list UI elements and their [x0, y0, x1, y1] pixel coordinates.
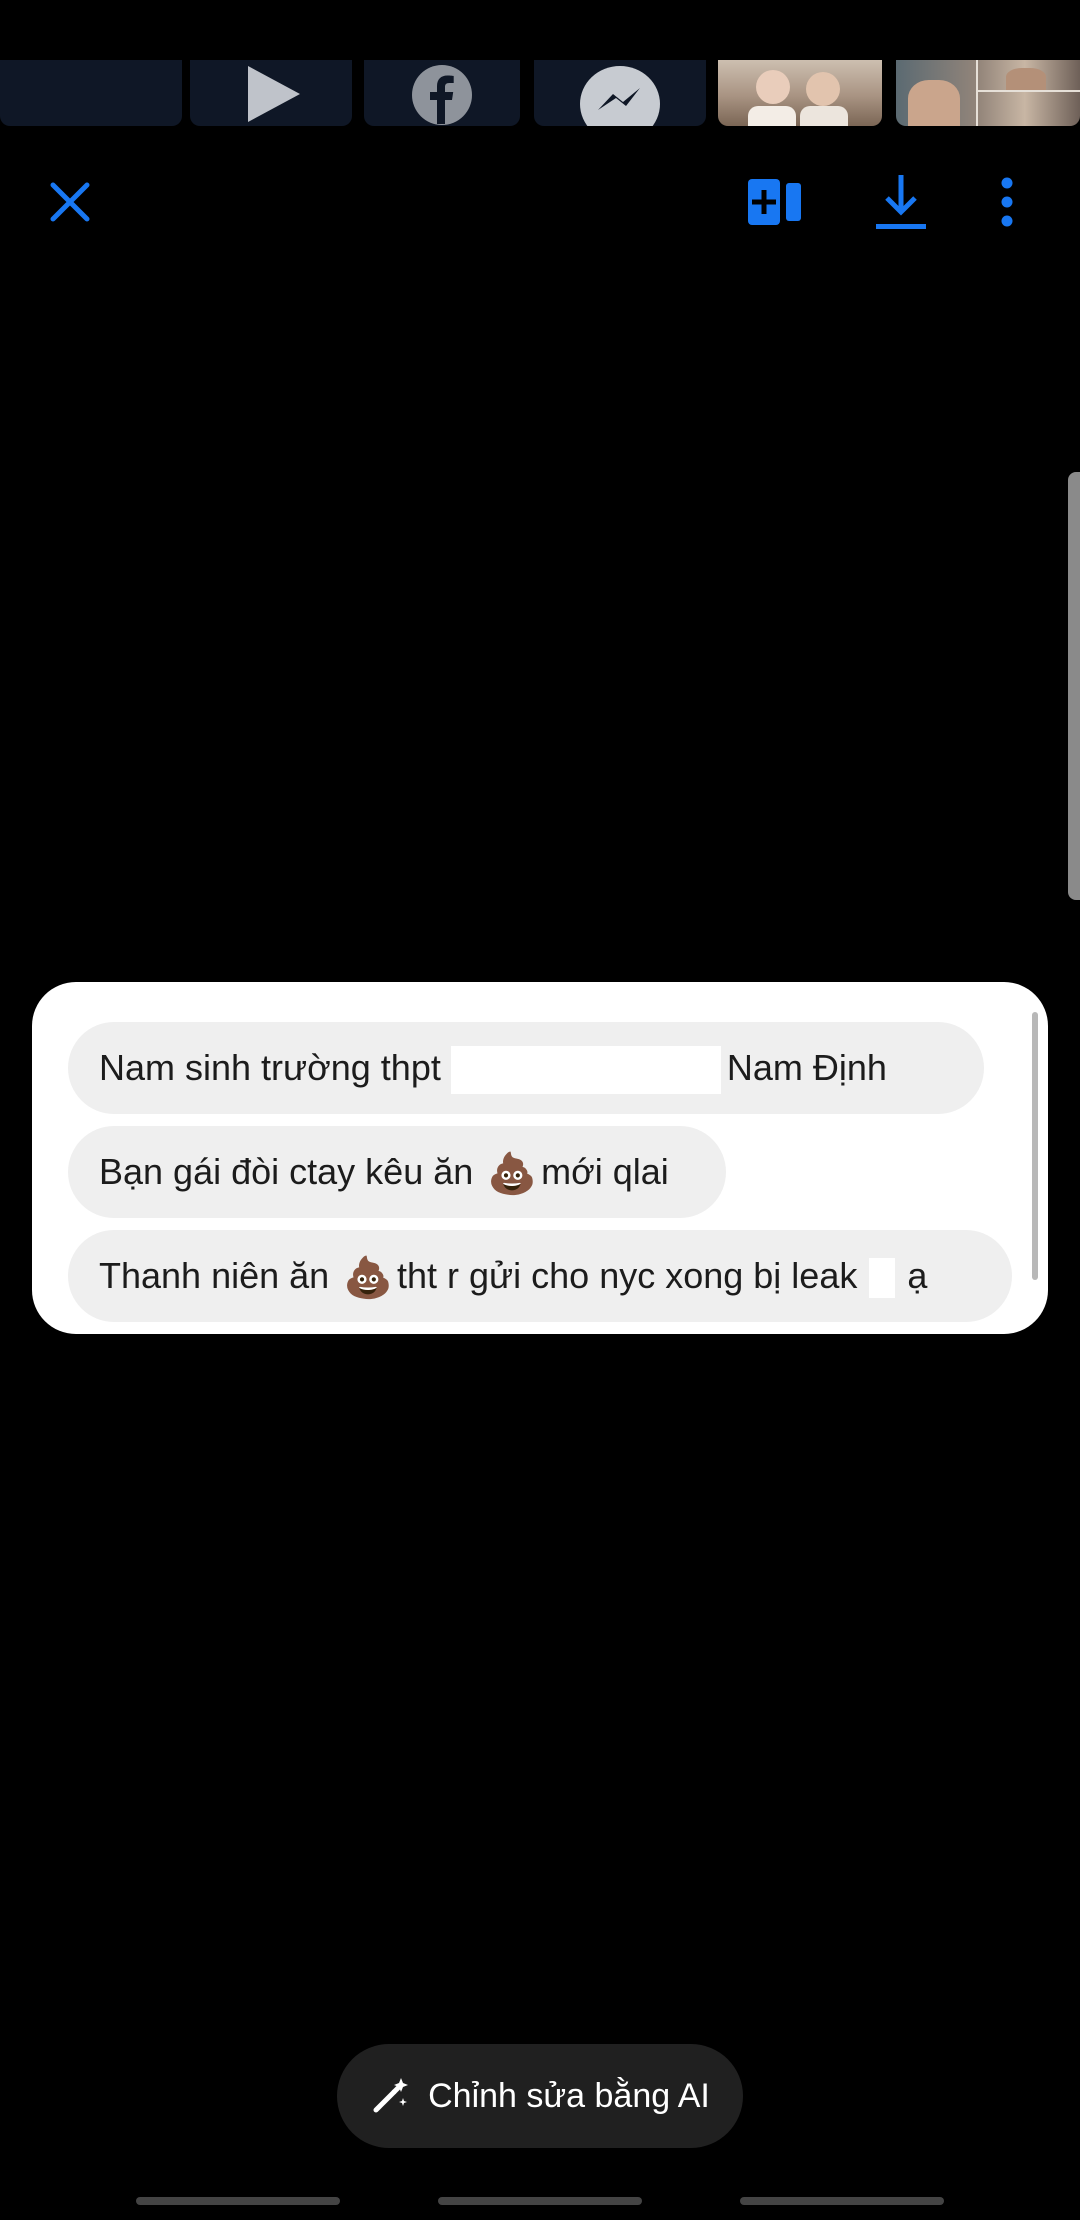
message-text: Nam sinh trường thpt: [99, 1047, 441, 1088]
photo-thumbnail-kids[interactable]: [718, 60, 882, 126]
poop-emoji: 💩: [487, 1151, 538, 1198]
messenger-icon: [580, 66, 660, 126]
redacted-block: [869, 1258, 896, 1299]
message-bubble: Thanh niên ăn 💩 tht r gửi cho nyc xong bị…: [68, 1230, 1012, 1322]
more-vertical-icon: [1001, 177, 1013, 227]
photo-thumbnail-collage[interactable]: [896, 60, 1080, 126]
message-text: mới qlai: [541, 1151, 669, 1192]
strip-tile-blank: [0, 60, 182, 126]
strip-tile-video[interactable]: [190, 60, 352, 126]
image-scrollbar: [1032, 1012, 1038, 1280]
close-icon: [50, 182, 90, 222]
video-play-icon: [248, 66, 300, 122]
edit-with-ai-label: Chỉnh sửa bằng AI: [428, 2076, 710, 2115]
redacted-block: [450, 1046, 721, 1095]
message-text: tht r gửi cho nyc xong bị leak: [397, 1255, 858, 1296]
side-scroll-handle[interactable]: [1068, 472, 1080, 900]
message-text: Bạn gái đòi ctay kêu ăn: [99, 1151, 474, 1192]
add-to-collection-button[interactable]: [744, 172, 806, 232]
add-to-collection-icon: [748, 179, 801, 225]
close-button[interactable]: [40, 172, 100, 232]
edit-with-ai-button[interactable]: Chỉnh sửa bằng AI: [337, 2044, 743, 2148]
nav-handle-left[interactable]: [136, 2197, 340, 2205]
download-button[interactable]: [870, 170, 932, 234]
message-text: Nam Định: [726, 1047, 887, 1088]
viewer-toolbar: [0, 150, 1080, 250]
nav-handle-right[interactable]: [740, 2197, 944, 2205]
strip-tile-facebook[interactable]: [364, 60, 520, 126]
recent-apps-strip: [0, 60, 1080, 126]
nav-handle-center[interactable]: [438, 2197, 642, 2205]
strip-tile-messenger[interactable]: [534, 60, 706, 126]
download-icon: [876, 175, 926, 229]
more-options-button[interactable]: [985, 170, 1029, 234]
message-bubble: Bạn gái đòi ctay kêu ăn 💩 mới qlai: [68, 1126, 726, 1218]
magic-pen-icon: [373, 2078, 409, 2113]
poop-emoji: 💩: [343, 1255, 394, 1302]
message-text: Thanh niên ăn: [99, 1255, 330, 1296]
message-text: ạ: [907, 1255, 928, 1296]
chat-image: Nam sinh trường thpt Nam Định Bạn gái đòi…: [32, 982, 1048, 1334]
message-bubble: Nam sinh trường thpt Nam Định: [68, 1022, 984, 1114]
facebook-icon: [412, 65, 472, 125]
